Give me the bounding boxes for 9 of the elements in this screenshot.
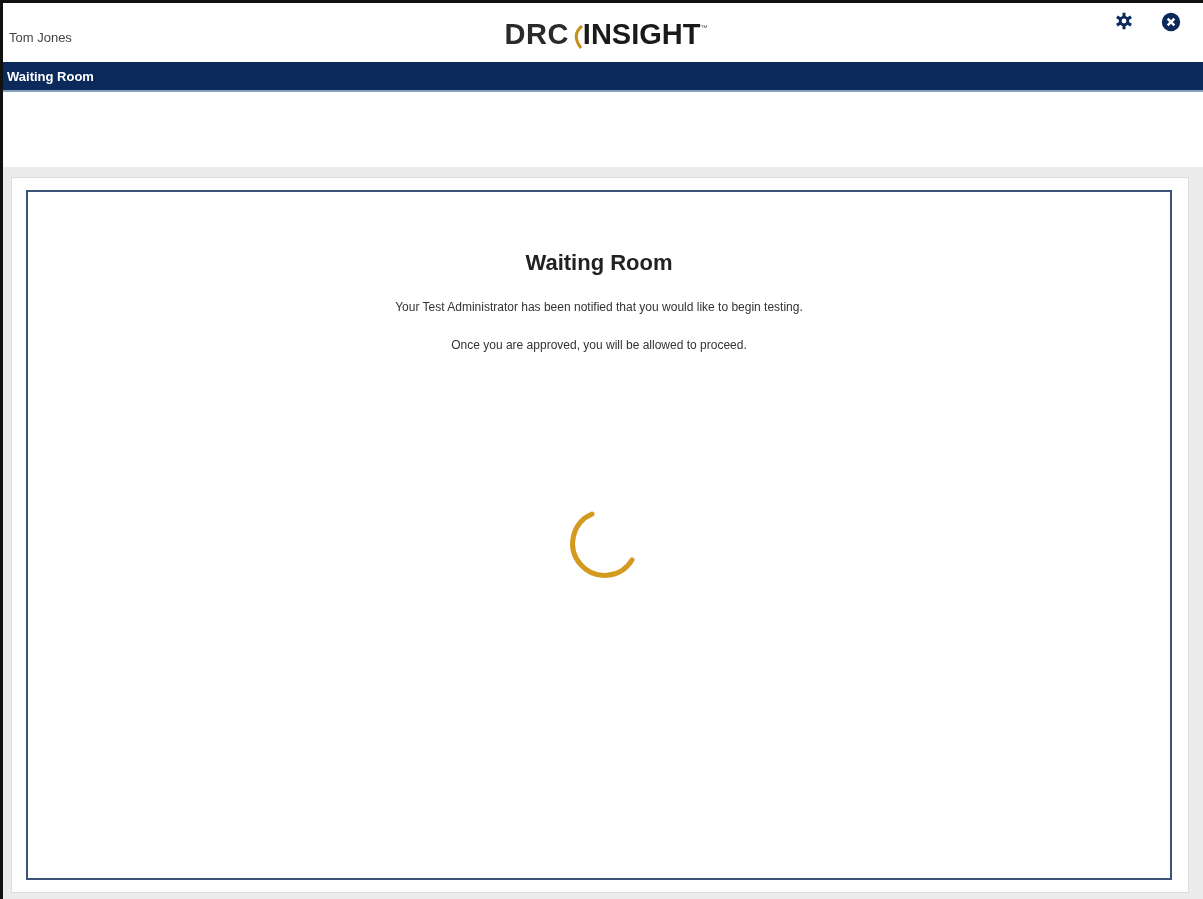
logo-text: DRC — [504, 18, 569, 51]
user-name: Tom Jones — [9, 30, 73, 45]
logo-text: INSIGHT — [582, 18, 701, 51]
settings-icon[interactable] — [1115, 11, 1133, 30]
message-text: Your Test Administrator has been notified that you would like to begin testing. — [395, 300, 803, 314]
panel-title: Waiting Room — [525, 250, 673, 276]
close-icon[interactable] — [1161, 11, 1181, 32]
message-text: Once you are approved, you will be allowed to proceed. — [451, 338, 747, 352]
nav-bar: Waiting Room — [3, 62, 1203, 92]
